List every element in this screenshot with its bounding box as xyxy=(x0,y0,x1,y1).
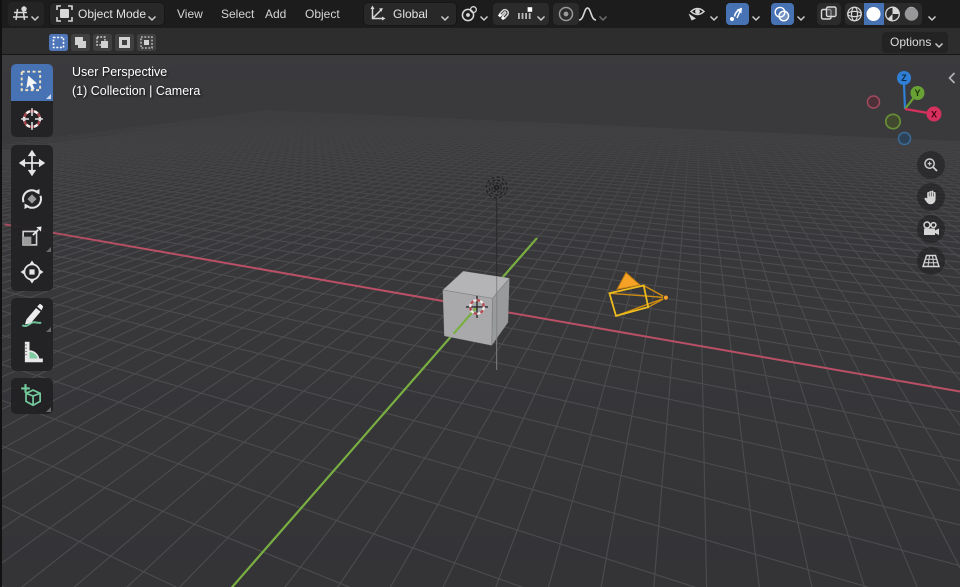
svg-text:X: X xyxy=(931,109,937,119)
svg-text:Z: Z xyxy=(901,73,907,83)
svg-text:Y: Y xyxy=(914,88,920,98)
